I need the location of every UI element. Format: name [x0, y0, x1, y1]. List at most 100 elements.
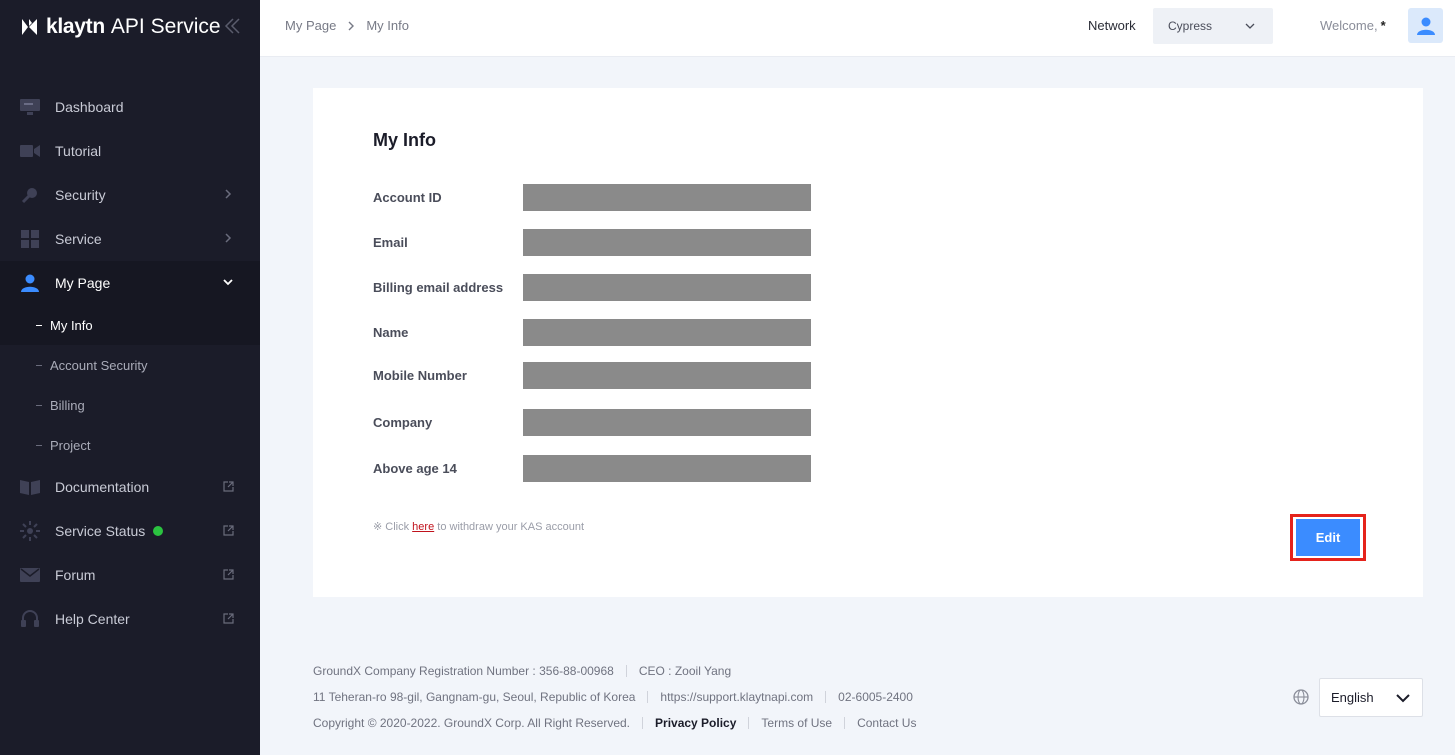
field-label: Account ID — [373, 190, 442, 205]
dash-marker — [36, 364, 42, 366]
field-label: Name — [373, 325, 409, 340]
field-label: Billing email address — [373, 280, 504, 295]
redacted-value — [523, 319, 811, 346]
collapse-sidebar-icon[interactable] — [222, 16, 242, 36]
sidebar-item-label: Forum — [55, 567, 96, 583]
ceo-text: CEO : Zooil Yang — [638, 664, 732, 678]
brand-service: API Service — [110, 15, 221, 38]
contact-link[interactable]: Contact Us — [857, 716, 916, 730]
video-icon — [20, 141, 40, 161]
subitem-label: Project — [50, 437, 91, 453]
sidebar-subitem-my-info[interactable]: My Info — [0, 305, 260, 345]
redacted-value — [523, 409, 811, 436]
field-account-id: Account ID — [373, 184, 813, 211]
support-link[interactable]: https://support.klaytnapi.com — [660, 690, 813, 704]
sidebar-item-service-status[interactable]: Service Status — [0, 509, 260, 553]
chevron-down-icon — [223, 279, 233, 286]
phone-text: 02-6005-2400 — [838, 690, 913, 704]
edit-button[interactable]: Edit — [1296, 519, 1360, 556]
subitem-label: My Info — [50, 317, 93, 333]
sidebar-item-label: Documentation — [55, 479, 150, 495]
network-label: Network — [1088, 18, 1136, 33]
user-icon — [20, 273, 40, 293]
sidebar-subitem-account-security[interactable]: Account Security — [0, 345, 260, 385]
page-title: My Info — [373, 130, 436, 150]
breadcrumb-my-info[interactable]: My Info — [366, 18, 409, 33]
dashboard-icon — [20, 97, 40, 117]
external-link-icon — [223, 525, 234, 536]
headset-icon — [20, 609, 40, 629]
network-select[interactable]: Cypress — [1153, 8, 1273, 44]
sidebar-item-help-center[interactable]: Help Center — [0, 597, 260, 641]
mail-icon — [20, 565, 40, 585]
welcome-text: Welcome, * — [1320, 18, 1386, 33]
divider — [625, 665, 627, 677]
divider — [647, 691, 649, 703]
field-label: Email — [373, 235, 408, 250]
chevron-right-icon — [348, 21, 355, 30]
brand-name: klaytn — [46, 15, 105, 38]
sidebar-item-label: Security — [55, 187, 106, 203]
privacy-policy-link[interactable]: Privacy Policy — [655, 716, 736, 730]
footer-row-2: 11 Teheran-ro 98-gil, Gangnam-gu, Seoul,… — [313, 690, 913, 704]
divider — [642, 717, 644, 729]
avatar[interactable] — [1408, 8, 1443, 43]
divider — [825, 691, 827, 703]
withdraw-note: ※ Click here to withdraw your KAS accoun… — [373, 520, 584, 533]
external-link-icon — [223, 569, 234, 580]
sidebar-subitem-project[interactable]: Project — [0, 425, 260, 465]
language-value: English — [1331, 690, 1374, 705]
breadcrumb-my-page[interactable]: My Page — [285, 18, 336, 33]
copyright-text: Copyright © 2020-2022. GroundX Corp. All… — [313, 716, 631, 730]
withdraw-link[interactable]: here — [412, 521, 434, 533]
field-mobile-number: Mobile Number — [373, 362, 813, 389]
field-label: Mobile Number — [373, 368, 467, 383]
redacted-value — [523, 229, 811, 256]
field-name: Name — [373, 319, 813, 346]
grid-icon — [20, 229, 40, 249]
footer-row-3: Copyright © 2020-2022. GroundX Corp. All… — [313, 716, 916, 730]
terms-link[interactable]: Terms of Use — [761, 716, 832, 730]
address-text: 11 Teheran-ro 98-gil, Gangnam-gu, Seoul,… — [313, 690, 636, 704]
redacted-value — [523, 184, 811, 211]
company-registration: GroundX Company Registration Number : 35… — [313, 664, 614, 678]
status-ok-dot — [153, 526, 164, 536]
user-name: * — [1380, 18, 1386, 33]
my-info-card: My Info Account ID Email Billing email a… — [313, 88, 1423, 597]
subitem-label: Billing — [50, 397, 85, 413]
withdraw-suffix: to withdraw your KAS account — [437, 521, 585, 533]
my-page-submenu: My Info — [0, 305, 260, 345]
sidebar-nav: Dashboard Tutorial Security Service My P… — [0, 85, 260, 641]
chevron-right-icon — [225, 189, 232, 199]
sidebar-item-documentation[interactable]: Documentation — [0, 465, 260, 509]
footer-row-1: GroundX Company Registration Number : 35… — [313, 664, 731, 678]
brand-logo[interactable]: klaytn API Service — [20, 14, 221, 40]
field-email: Email — [373, 229, 813, 256]
sidebar-item-security[interactable]: Security — [0, 173, 260, 217]
user-avatar-icon — [1416, 17, 1435, 35]
sidebar-item-label: My Page — [55, 275, 111, 291]
key-icon — [20, 185, 40, 205]
redacted-value — [523, 362, 811, 389]
divider — [844, 717, 846, 729]
language-select[interactable]: English — [1319, 678, 1423, 717]
withdraw-prefix: ※ Click — [373, 521, 410, 533]
chevron-down-icon — [1245, 23, 1255, 29]
sidebar-item-label: Service Status — [55, 523, 146, 539]
sidebar-item-my-page[interactable]: My Page — [0, 261, 260, 305]
sidebar-item-dashboard[interactable]: Dashboard — [0, 85, 260, 129]
sidebar-subitem-billing[interactable]: Billing — [0, 385, 260, 425]
redacted-value — [523, 274, 811, 301]
dash-marker — [36, 324, 42, 326]
subitem-label: Account Security — [50, 357, 148, 373]
sidebar-item-forum[interactable]: Forum — [0, 553, 260, 597]
field-above-age: Above age 14 — [373, 455, 813, 482]
sidebar-item-service[interactable]: Service — [0, 217, 260, 261]
external-link-icon — [223, 481, 234, 492]
dash-marker — [36, 444, 42, 446]
breadcrumb: My Page My Info — [285, 18, 409, 33]
sidebar-item-tutorial[interactable]: Tutorial — [0, 129, 260, 173]
network-value: Cypress — [1168, 19, 1213, 33]
klaytn-logo-icon — [22, 19, 37, 35]
sidebar: klaytn API Service Dashboard Tutorial Se… — [0, 0, 260, 755]
